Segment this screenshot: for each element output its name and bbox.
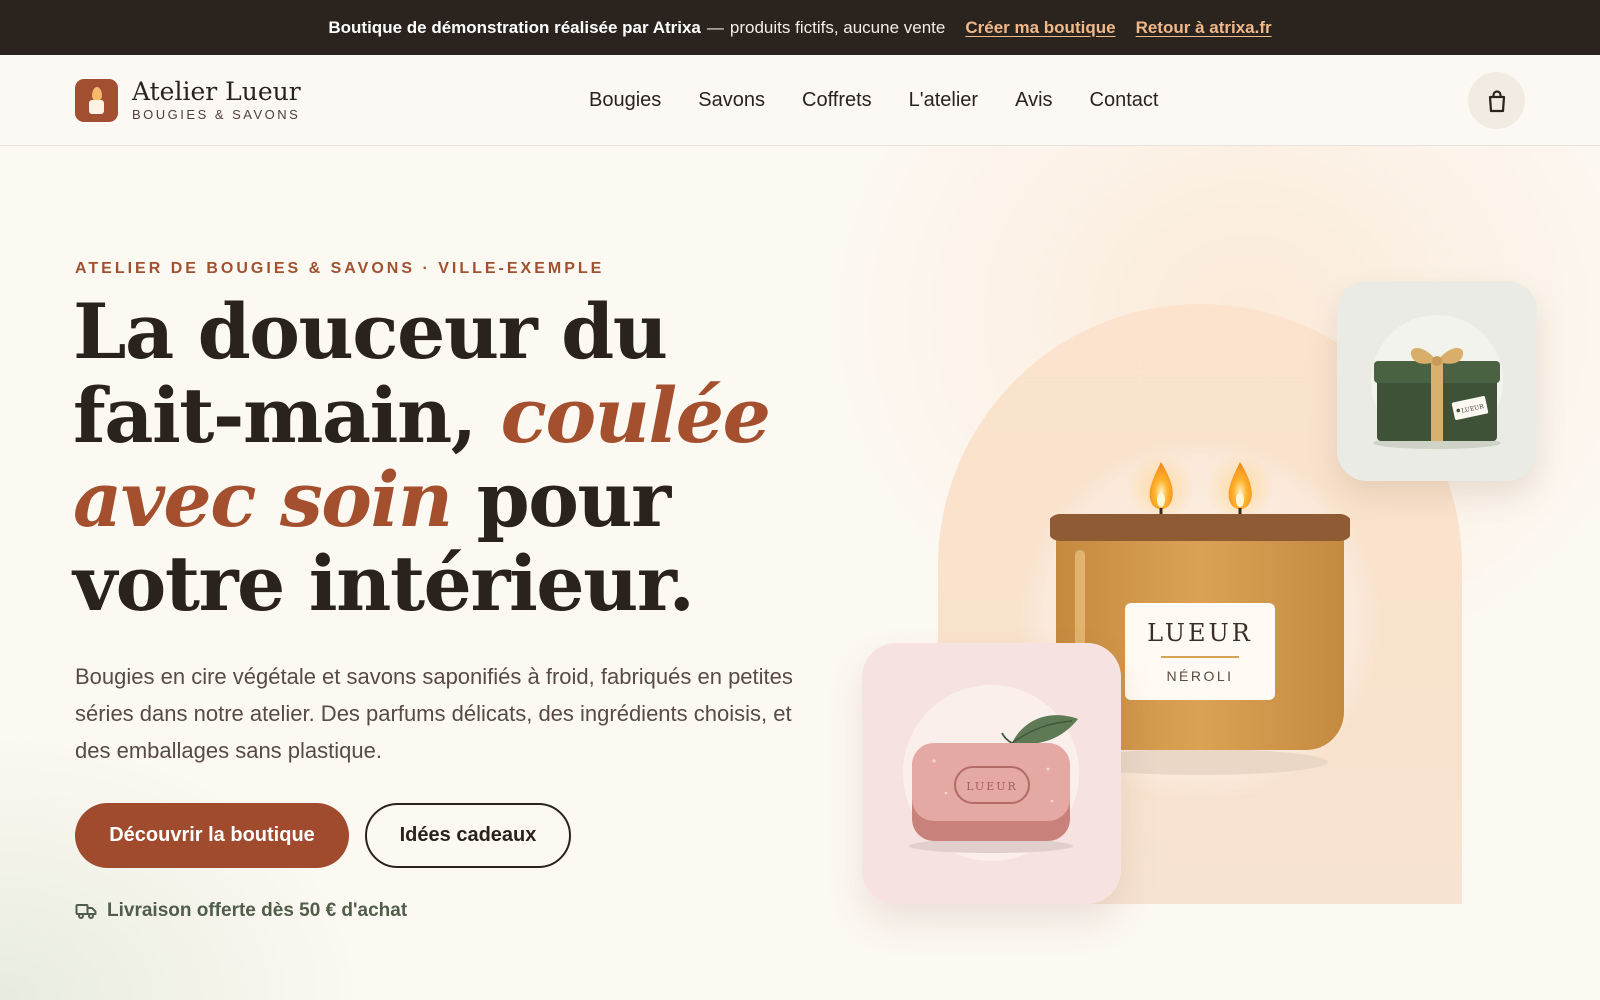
shipping-text: Livraison offerte dès 50 € d'achat [107, 900, 408, 921]
nav-item-atelier[interactable]: L'atelier [909, 89, 978, 112]
hero-title: La douceur du fait-main, coulée avec soi… [73, 290, 793, 626]
brand-text: Atelier Lueur BOUGIES & SAVONS [132, 77, 301, 123]
nav-item-coffrets[interactable]: Coffrets [802, 89, 872, 112]
candle-label: LUEUR NÉROLI [1125, 603, 1275, 700]
announcement-message: Boutique de démonstration réalisée par A… [328, 18, 945, 38]
create-shop-link[interactable]: Créer ma boutique [965, 18, 1115, 38]
gift-box-icon: LUEUR [1371, 315, 1503, 449]
main-nav: Bougies Savons Coffrets L'atelier Avis C… [589, 55, 1158, 145]
hero-eyebrow: ATELIER DE BOUGIES & SAVONS · VILLE-EXEM… [75, 260, 605, 277]
announcement-strong: Boutique de démonstration réalisée par A… [328, 17, 701, 37]
nav-item-bougies[interactable]: Bougies [589, 89, 661, 112]
site-header: Atelier Lueur BOUGIES & SAVONS Bougies S… [0, 55, 1600, 146]
candle-label-scent: NÉROLI [1166, 668, 1234, 684]
candle-logo-icon [75, 78, 118, 122]
announcement-rest: produits fictifs, aucune vente [729, 17, 946, 37]
truck-icon [75, 904, 97, 919]
nav-item-savons[interactable]: Savons [698, 89, 765, 112]
brand-logo[interactable]: Atelier Lueur BOUGIES & SAVONS [75, 78, 301, 122]
shipping-note: Livraison offerte dès 50 € d'achat [75, 900, 407, 922]
cart-button[interactable] [1468, 72, 1525, 129]
brand-tagline: BOUGIES & SAVONS [132, 107, 301, 122]
announcement-bar: Boutique de démonstration réalisée par A… [0, 0, 1600, 55]
announcement-dash: — [706, 17, 724, 37]
candle-label-brand: LUEUR [1147, 619, 1253, 647]
nav-item-avis[interactable]: Avis [1015, 89, 1052, 112]
shopping-bag-icon [1488, 89, 1505, 112]
soap-bar-icon: LUEUR [903, 685, 1079, 861]
brand-name: Atelier Lueur [132, 77, 301, 106]
nav-item-contact[interactable]: Contact [1090, 89, 1159, 112]
back-to-atrixa-link[interactable]: Retour à atrixa.fr [1136, 18, 1272, 38]
gift-ideas-button[interactable]: Idées cadeaux [365, 803, 571, 868]
hero-description: Bougies en cire végétale et savons sapon… [75, 664, 793, 763]
soap-stamp-text: LUEUR [966, 780, 1018, 793]
discover-shop-button[interactable]: Découvrir la boutique [75, 803, 349, 868]
